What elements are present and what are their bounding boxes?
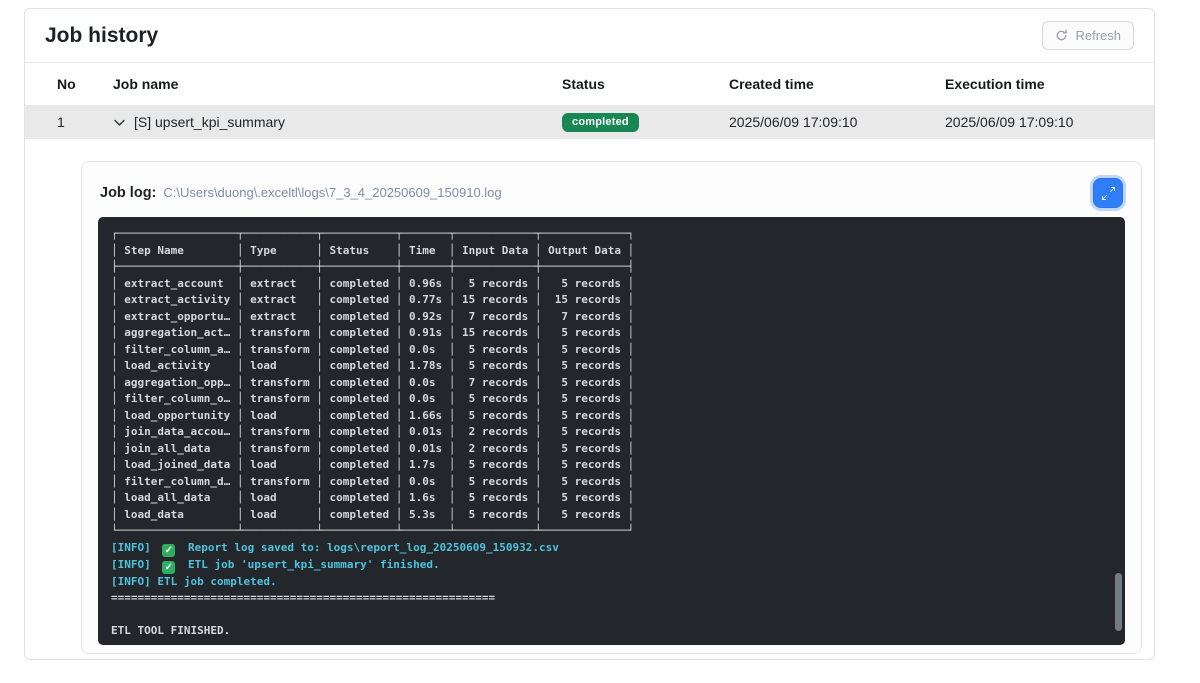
- job-log-panel: Job log: C:\Users\duong\.exceltl\logs\7_…: [81, 161, 1142, 654]
- col-created-time: Created time: [729, 76, 945, 92]
- terminal-line: │ join_all_data │ transform │ completed …: [111, 441, 1109, 458]
- terminal-line: │ join_data_accou… │ transform │ complet…: [111, 424, 1109, 441]
- check-mark-icon: ✓: [162, 544, 175, 557]
- terminal-line: ========================================…: [111, 590, 1109, 607]
- terminal-line: │ load_activity │ load │ completed │ 1.7…: [111, 358, 1109, 375]
- terminal-info-line: [INFO] ✓ ETL job 'upsert_kpi_summary' fi…: [111, 557, 1109, 574]
- terminal-line: │ extract_opportu… │ extract │ completed…: [111, 309, 1109, 326]
- status-badge: completed: [562, 113, 639, 132]
- table-row[interactable]: 1 [S] upsert_kpi_summary completed 2025/…: [25, 105, 1154, 139]
- page-title: Job history: [45, 24, 158, 48]
- terminal-line: │ load_joined_data │ load │ completed │ …: [111, 457, 1109, 474]
- terminal-line: │ extract_account │ extract │ completed …: [111, 276, 1109, 293]
- check-mark-icon: ✓: [162, 561, 175, 574]
- expand-log-button[interactable]: [1093, 178, 1123, 208]
- execution-time: 2025/06/09 17:09:10: [945, 114, 1138, 130]
- terminal-line: │ filter_column_d… │ transform │ complet…: [111, 474, 1109, 491]
- terminal-line: │ aggregation_act… │ transform │ complet…: [111, 325, 1109, 342]
- job-history-card: Job history Refresh No Job name Status C…: [24, 8, 1155, 660]
- card-header: Job history Refresh: [25, 9, 1154, 63]
- terminal-info-line: [INFO] ETL job completed.: [111, 574, 1109, 591]
- col-execution-time: Execution time: [945, 76, 1138, 92]
- refresh-icon: [1055, 29, 1068, 42]
- job-log-header: Job log: C:\Users\duong\.exceltl\logs\7_…: [98, 178, 1125, 208]
- col-no: No: [57, 76, 113, 92]
- job-log-path: C:\Users\duong\.exceltl\logs\7_3_4_20250…: [163, 185, 501, 200]
- terminal-line: └──────────────────┴───────────┴────────…: [111, 523, 1109, 540]
- terminal-info-line: [INFO] ✓ Report log saved to: logs\repor…: [111, 540, 1109, 557]
- job-log-label: Job log:: [100, 185, 156, 201]
- terminal-line: [111, 607, 1109, 624]
- chevron-down-icon[interactable]: [113, 116, 126, 129]
- terminal-log[interactable]: ┌──────────────────┬───────────┬────────…: [98, 217, 1125, 645]
- terminal-line: ETL TOOL FINISHED.: [111, 623, 1109, 640]
- refresh-button[interactable]: Refresh: [1042, 21, 1134, 50]
- col-status: Status: [562, 76, 729, 92]
- terminal-line: │ aggregation_opp… │ transform │ complet…: [111, 375, 1109, 392]
- job-name: [S] upsert_kpi_summary: [134, 114, 285, 130]
- created-time: 2025/06/09 17:09:10: [729, 114, 945, 130]
- terminal-content: ┌──────────────────┬───────────┬────────…: [111, 226, 1109, 640]
- row-no: 1: [57, 114, 113, 130]
- terminal-line: │ load_all_data │ load │ completed │ 1.6…: [111, 490, 1109, 507]
- table-header: No Job name Status Created time Executio…: [25, 63, 1154, 105]
- terminal-line: │ Step Name │ Type │ Status │ Time │ Inp…: [111, 243, 1109, 260]
- terminal-scrollbar[interactable]: [1115, 573, 1122, 631]
- terminal-line: │ extract_activity │ extract │ completed…: [111, 292, 1109, 309]
- terminal-line: │ filter_column_a… │ transform │ complet…: [111, 342, 1109, 359]
- expand-arrows-icon: [1102, 187, 1115, 200]
- terminal-line: ┌──────────────────┬───────────┬────────…: [111, 226, 1109, 243]
- refresh-label: Refresh: [1075, 28, 1121, 43]
- terminal-line: │ load_opportunity │ load │ completed │ …: [111, 408, 1109, 425]
- terminal-line: ├──────────────────┼───────────┼────────…: [111, 259, 1109, 276]
- terminal-line: │ filter_column_o… │ transform │ complet…: [111, 391, 1109, 408]
- col-job-name: Job name: [113, 76, 562, 92]
- terminal-line: │ load_data │ load │ completed │ 5.3s │ …: [111, 507, 1109, 524]
